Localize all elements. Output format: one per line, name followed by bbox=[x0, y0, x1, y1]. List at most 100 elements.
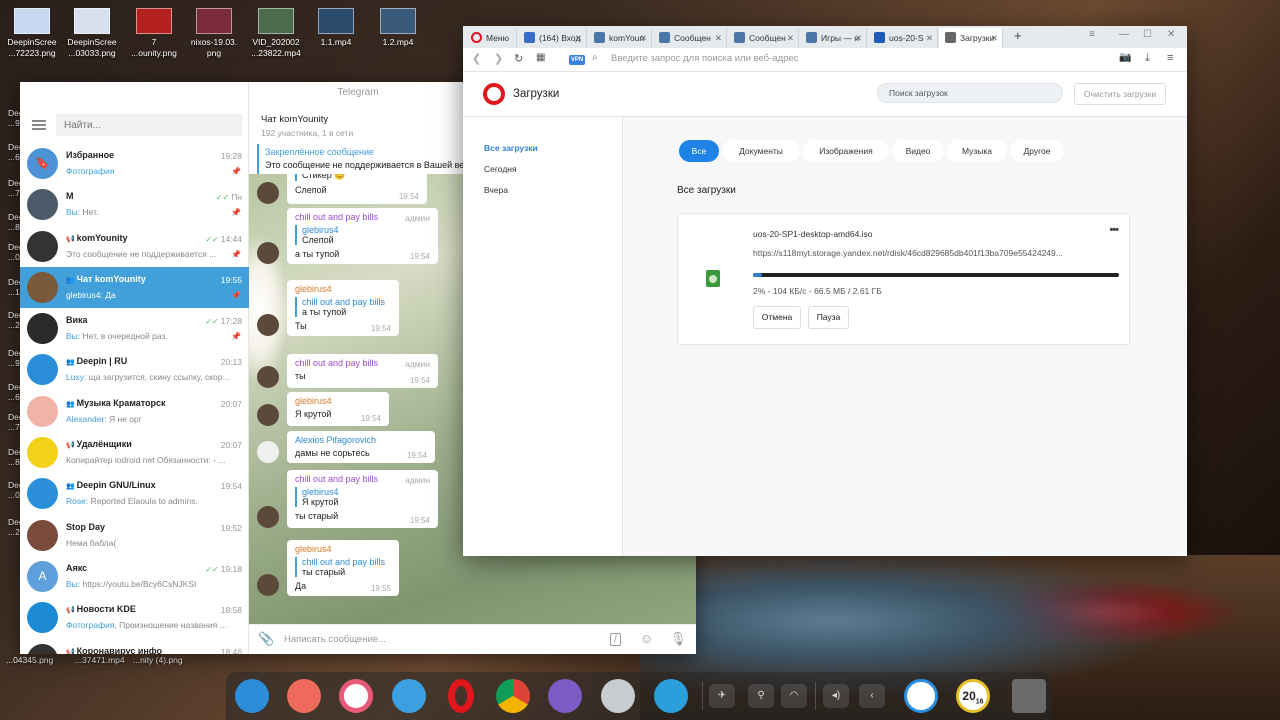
microphone-icon[interactable]: 🎙 bbox=[670, 631, 687, 647]
tab-close-icon[interactable]: ✕ bbox=[640, 28, 647, 48]
desktop-file-icon[interactable]: 1.2.mp4 bbox=[366, 8, 430, 48]
message-bubble[interactable]: glebirus4 Я крутой 19:54 bbox=[287, 392, 389, 426]
downloads-filter-date[interactable]: Сегодня bbox=[484, 164, 517, 174]
download-filename[interactable]: uos-20-SP1-desktop-amd64.iso bbox=[753, 229, 873, 239]
message-avatar[interactable] bbox=[257, 314, 279, 336]
message-author[interactable]: glebirus4 bbox=[295, 544, 391, 554]
viber-icon[interactable] bbox=[548, 679, 582, 713]
vpn-badge[interactable]: VPN bbox=[569, 55, 585, 65]
more-options-icon[interactable]: ••• bbox=[1109, 224, 1119, 236]
message-bubble[interactable]: glebirus4 chill out and pay bills а ты туп… bbox=[287, 280, 399, 336]
maximize-icon[interactable]: ☐ bbox=[1143, 29, 1152, 40]
filter-pill[interactable]: Видео bbox=[892, 140, 944, 162]
message-author[interactable]: glebirus4 bbox=[295, 284, 391, 294]
chat-list-item[interactable]: 📢 Новости KDE 18:58 Фотография, Произношен… bbox=[20, 597, 249, 638]
emoji-icon[interactable]: ☺ bbox=[640, 631, 653, 646]
message-author[interactable]: glebirus4 bbox=[295, 396, 381, 406]
filter-pill[interactable]: Все bbox=[679, 140, 719, 162]
reply-quote[interactable]: glebirus4 Я крутой bbox=[295, 487, 430, 507]
browser-tab[interactable]: Игры — н ✕ bbox=[800, 28, 867, 48]
clear-downloads-button[interactable]: Очистить загрузки bbox=[1074, 83, 1166, 105]
chat-list-item[interactable]: Stop Day 19:52 Нема бабла( bbox=[20, 515, 249, 556]
speed-dial-icon[interactable]: ▦ bbox=[536, 52, 545, 63]
message-avatar[interactable] bbox=[257, 441, 279, 463]
message-bubble[interactable]: chill out and pay bills админ glebirus4 Я к… bbox=[287, 470, 438, 528]
new-tab-button[interactable]: + bbox=[1014, 28, 1022, 43]
easy-setup-icon[interactable]: ≡ bbox=[1167, 52, 1173, 64]
browser-tab[interactable]: Сообщен ✕ bbox=[653, 28, 727, 48]
downloads-icon[interactable]: ⤓ bbox=[1145, 52, 1150, 65]
downloads-filter-date[interactable]: Вчера bbox=[484, 185, 508, 195]
filter-pill[interactable]: Музыка bbox=[947, 140, 1007, 162]
snapshot-icon[interactable]: 📷 bbox=[1119, 52, 1131, 63]
chat-search-input[interactable] bbox=[56, 114, 242, 136]
desktop-file-icon[interactable]: VID_202002 ...23822.mp4 bbox=[244, 8, 308, 59]
tab-close-icon[interactable]: ✕ bbox=[787, 28, 794, 48]
telegram-icon[interactable] bbox=[654, 679, 688, 713]
message-bubble[interactable]: Стикер 😊 Слепой 19:54 bbox=[287, 174, 427, 204]
message-author[interactable]: Alexios Pifagorovich bbox=[295, 435, 427, 445]
message-avatar[interactable] bbox=[257, 506, 279, 528]
installer-icon[interactable] bbox=[601, 679, 635, 713]
chat-list-item[interactable]: А Аякс ✓✓ 19:18 Вы: https://youtu.be/Bcy6CsN… bbox=[20, 556, 249, 597]
message-avatar[interactable] bbox=[257, 242, 279, 264]
settings-icon[interactable] bbox=[339, 679, 373, 713]
downloads-filter-date[interactable]: Все загрузки bbox=[484, 143, 538, 153]
filter-pill[interactable]: Документы bbox=[722, 140, 800, 162]
browser-tab[interactable]: Сообщен ✕ bbox=[728, 28, 799, 48]
pause-button[interactable]: Пауза bbox=[808, 306, 849, 329]
tab-close-icon[interactable]: ✕ bbox=[991, 28, 998, 48]
downloads-search-input[interactable]: Поиск загрузок bbox=[877, 83, 1063, 103]
tab-close-icon[interactable]: ✕ bbox=[715, 28, 722, 48]
chat-list-item[interactable]: М ✓✓ Пн Вы: Нет. 📌 bbox=[20, 184, 249, 225]
desktop-file-label[interactable]: ...nity (4).png bbox=[133, 655, 189, 665]
attach-icon[interactable]: 📎 bbox=[258, 631, 274, 647]
launcher-icon[interactable] bbox=[235, 679, 269, 713]
commands-icon[interactable]: / bbox=[610, 633, 621, 646]
filter-pill[interactable]: Изображения bbox=[803, 140, 889, 162]
message-input[interactable]: Написать сообщение... bbox=[284, 634, 386, 645]
tab-menu-icon[interactable]: ≡ bbox=[1089, 29, 1095, 40]
opera-menu-button[interactable]: Меню bbox=[465, 28, 517, 48]
desktop-file-icon[interactable]: DeepinScree ...72223.png bbox=[0, 8, 64, 59]
wifi-tray-icon[interactable]: ◠ bbox=[781, 684, 807, 708]
chat-list-item[interactable]: 📢 Коронавирус инфо 18:46 bbox=[20, 639, 249, 654]
trash-icon[interactable] bbox=[1012, 679, 1046, 713]
clock-icon[interactable]: 2016 bbox=[956, 679, 990, 713]
volume-tray-icon[interactable]: ◂) bbox=[823, 684, 849, 708]
browser-tab[interactable]: Загрузки ✕ bbox=[939, 28, 1003, 48]
message-bubble[interactable]: chill out and pay bills админ glebirus4 Сле… bbox=[287, 208, 438, 264]
back-icon[interactable]: ❮ bbox=[472, 52, 481, 65]
message-avatar[interactable] bbox=[257, 182, 279, 204]
menu-icon[interactable] bbox=[32, 120, 46, 130]
message-avatar[interactable] bbox=[257, 574, 279, 596]
chat-list-item[interactable]: Вика ✓✓ 17:28 Вы: Нет, в очередной раз. 📌 bbox=[20, 308, 249, 349]
chat-list-item[interactable]: 👥 Чат komYounity 19:55 glebirus4: Да 📌 bbox=[20, 266, 249, 309]
power-icon[interactable] bbox=[904, 679, 938, 713]
address-input[interactable]: Введите запрос для поиска или веб-адрес bbox=[611, 53, 798, 64]
close-icon[interactable]: ✕ bbox=[1167, 29, 1175, 40]
filter-pill[interactable]: Другое bbox=[1010, 140, 1064, 162]
reply-quote[interactable]: glebirus4 Слепой bbox=[295, 225, 430, 245]
browser-tab[interactable]: (164) Вход ✕ bbox=[518, 28, 587, 48]
message-avatar[interactable] bbox=[257, 366, 279, 388]
tab-close-icon[interactable]: ✕ bbox=[926, 28, 933, 48]
message-bubble[interactable]: chill out and pay bills админ ты 19:54 bbox=[287, 354, 438, 388]
reply-quote[interactable]: Стикер 😊 bbox=[295, 174, 419, 181]
chat-list-item[interactable]: 🔖 Избранное 19:28 Фотография 📌 bbox=[20, 143, 249, 184]
reply-quote[interactable]: chill out and pay bills ты старый bbox=[295, 557, 391, 577]
desktop-file-icon[interactable]: nixos-19.03. png bbox=[182, 8, 246, 59]
reply-quote[interactable]: chill out and pay bills а ты тупой bbox=[295, 297, 391, 317]
browser-tab[interactable]: komYoun ✕ bbox=[588, 28, 652, 48]
tab-close-icon[interactable]: ✕ bbox=[855, 28, 862, 48]
desktop-file-label[interactable]: ...04345.png bbox=[6, 655, 62, 665]
minimize-icon[interactable]: — bbox=[1119, 29, 1129, 40]
chat-list-item[interactable]: 📢 Удалёнщики 20:07 Копирайтер iodroid net … bbox=[20, 432, 249, 473]
desktop-file-icon[interactable]: DeepinScree ...03033.png bbox=[60, 8, 124, 59]
chrome-icon[interactable] bbox=[496, 679, 530, 713]
message-bubble[interactable]: glebirus4 chill out and pay bills ты стары… bbox=[287, 540, 399, 596]
screen-recorder-icon[interactable] bbox=[287, 679, 321, 713]
chat-list-item[interactable]: 👥 Музыка Краматорск 20:07 Alexander: Я не … bbox=[20, 391, 249, 432]
desktop-file-icon[interactable]: 7 ...ounity.png bbox=[122, 8, 186, 59]
chat-list-item[interactable]: 👥 Deepin | RU 20:13 Luxy: ща загрузится, с… bbox=[20, 349, 249, 390]
